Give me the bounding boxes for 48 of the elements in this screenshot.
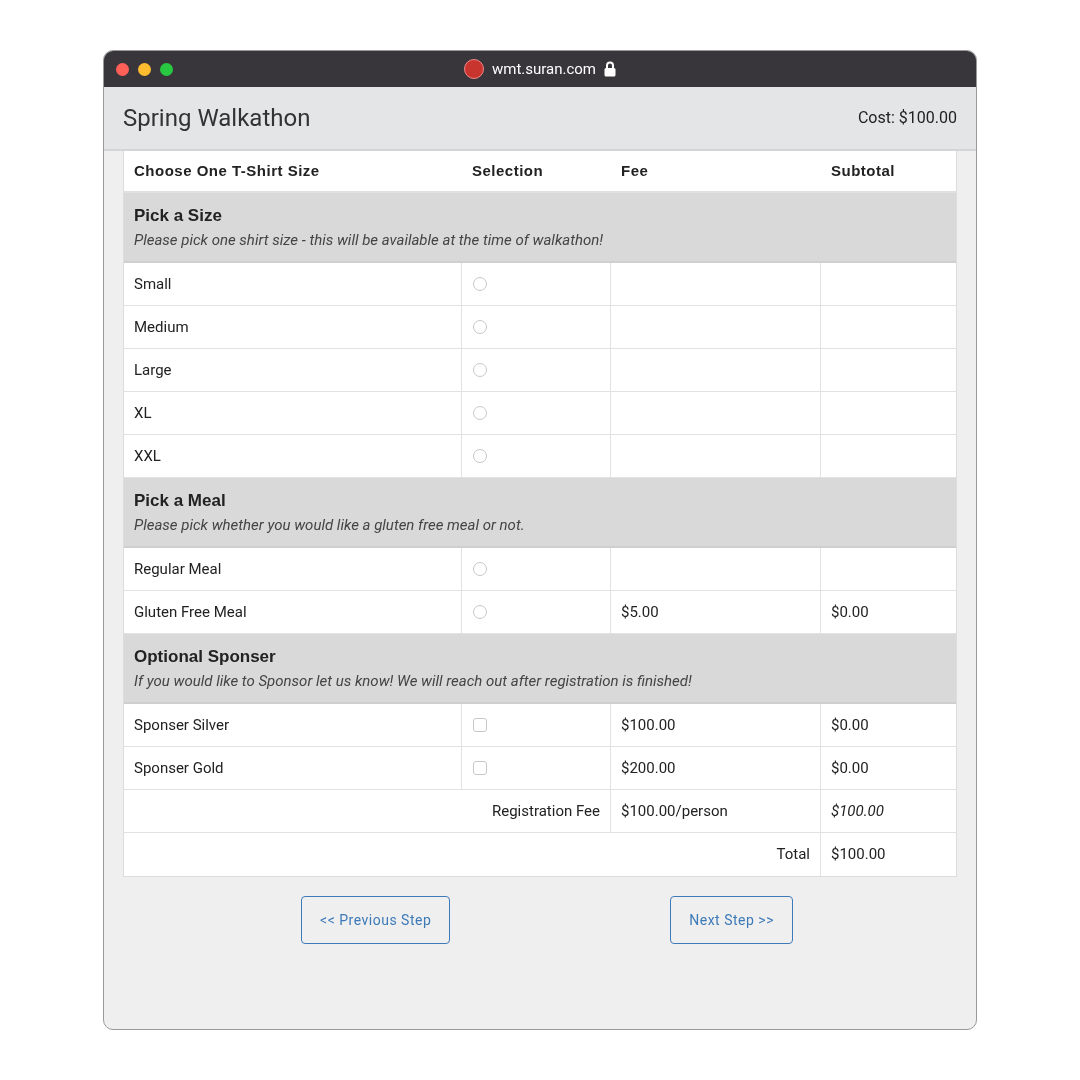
radio-button[interactable] (473, 320, 487, 334)
page-title: Spring Walkathon (123, 103, 311, 134)
subtotal-text: $0.00 (831, 757, 869, 779)
section-description: Please pick whether you would like a gluten free meal or not. (134, 514, 526, 536)
option-label: XXL (134, 445, 161, 467)
column-header: Fee (620, 160, 650, 181)
option-label: Sponser Gold (134, 757, 224, 779)
url-text: wmt.suran.com (491, 58, 597, 80)
radio-button[interactable] (473, 562, 487, 576)
checkbox[interactable] (473, 761, 487, 775)
option-label: Medium (134, 316, 189, 338)
column-header: Selection (471, 160, 545, 181)
option-label: Regular Meal (134, 558, 222, 580)
next-step-button[interactable]: Next Step >> (670, 896, 793, 944)
option-label: XL (134, 402, 152, 424)
radio-button[interactable] (473, 449, 487, 463)
radio-button[interactable] (473, 406, 487, 420)
radio-button[interactable] (473, 605, 487, 619)
column-header: Subtotal (830, 160, 896, 181)
option-label: Large (134, 359, 172, 381)
registration-fee-label: Registration Fee (491, 800, 600, 822)
fee-text: $100.00/person (621, 800, 728, 822)
fee-text: $5.00 (621, 601, 659, 623)
radio-button[interactable] (473, 363, 487, 377)
subtotal-text: $100.00 (831, 800, 884, 822)
section-description: Please pick one shirt size - this will be available at the time of walkathon! (134, 229, 605, 251)
option-label: Small (134, 273, 172, 295)
subtotal-text: $0.00 (831, 714, 869, 736)
checkbox[interactable] (473, 718, 487, 732)
option-label: Sponser Silver (134, 714, 230, 736)
section-title: Optional Sponser (134, 646, 277, 668)
fee-text: $100.00 (621, 714, 676, 736)
total-label: Total (776, 844, 810, 866)
previous-step-button[interactable]: << Previous Step (301, 896, 451, 944)
site-logo-icon (463, 59, 484, 79)
cost-text: Cost: $100.00 (857, 107, 957, 129)
fee-text: $200.00 (621, 757, 676, 779)
section-description: If you would like to Sponsor let us know! We will reach out after registration is finished! (134, 670, 693, 692)
column-header: Choose One T-Shirt Size (133, 160, 321, 181)
zoom-button[interactable] (160, 62, 173, 76)
section-title: Pick a Meal (134, 490, 227, 512)
section-title: Pick a Size (134, 205, 223, 227)
total-value: $100.00 (831, 844, 886, 866)
radio-button[interactable] (473, 277, 487, 291)
close-button[interactable] (116, 62, 129, 76)
subtotal-text: $0.00 (831, 601, 869, 623)
minimize-button[interactable] (138, 62, 151, 76)
option-label: Gluten Free Meal (134, 601, 247, 623)
